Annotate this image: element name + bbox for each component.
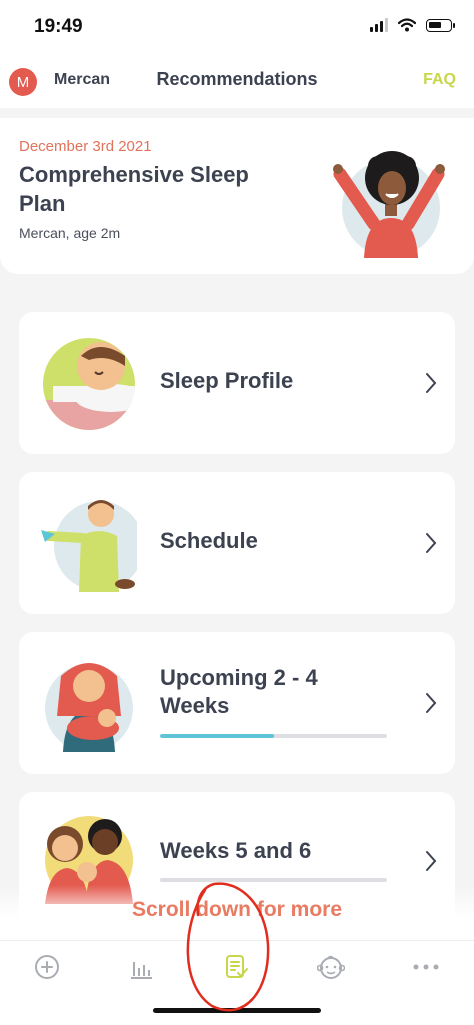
baby-face-icon <box>317 955 345 979</box>
faq-link[interactable]: FAQ <box>423 71 456 89</box>
header: M Mercan Recommendations FAQ <box>0 56 474 108</box>
upcoming-weeks-progress-bar <box>160 734 387 738</box>
chevron-right-icon <box>426 373 437 393</box>
status-icons <box>370 18 455 32</box>
chevron-right-icon <box>426 851 437 871</box>
cellular-signal-icon <box>370 18 388 32</box>
schedule-card[interactable]: Schedule <box>19 472 455 614</box>
weeks-5-6-progress-bar <box>160 878 387 882</box>
sleeping-baby-illustration <box>43 338 135 430</box>
plan-date: December 3rd 2021 <box>19 138 152 155</box>
upcoming-weeks-card[interactable]: Upcoming 2 - 4 Weeks <box>19 632 455 774</box>
plan-checklist-icon <box>226 955 248 978</box>
scroll-note-annotation: Scroll down for more <box>131 898 343 921</box>
sleep-profile-card[interactable]: Sleep Profile <box>19 312 455 454</box>
tab-more[interactable] <box>406 947 446 987</box>
tab-plan[interactable] <box>216 947 256 987</box>
progress-fill <box>160 734 274 738</box>
schedule-label: Schedule <box>160 528 258 553</box>
parent-celebrating-illustration <box>333 151 445 258</box>
weeks-5-6-label: Weeks 5 and 6 <box>160 838 312 863</box>
home-indicator <box>153 1008 321 1013</box>
status-bar: 19:49 <box>0 0 474 56</box>
chevron-right-icon <box>426 533 437 553</box>
mother-holding-baby-illustration <box>45 663 133 752</box>
status-time: 19:49 <box>34 16 83 37</box>
plan-title: Comprehensive Sleep Plan <box>19 162 249 216</box>
page-title: Recommendations <box>156 69 318 89</box>
tab-baby[interactable] <box>311 947 351 987</box>
wifi-icon <box>398 18 416 32</box>
tab-add[interactable] <box>27 947 67 987</box>
child-with-toy-plane-illustration <box>41 500 137 592</box>
plan-subtitle: Mercan, age 2m <box>19 225 121 241</box>
upcoming-weeks-label: Upcoming 2 - 4 Weeks <box>160 665 318 718</box>
battery-icon <box>426 18 455 32</box>
chevron-right-icon <box>426 693 437 713</box>
plus-circle-icon <box>35 955 59 979</box>
tab-stats[interactable] <box>121 947 161 987</box>
bar-chart-icon <box>131 962 152 979</box>
sleep-profile-label: Sleep Profile <box>160 368 294 393</box>
more-dots-icon <box>413 964 439 970</box>
plan-summary-card: December 3rd 2021 Comprehensive Sleep Pl… <box>0 118 474 274</box>
